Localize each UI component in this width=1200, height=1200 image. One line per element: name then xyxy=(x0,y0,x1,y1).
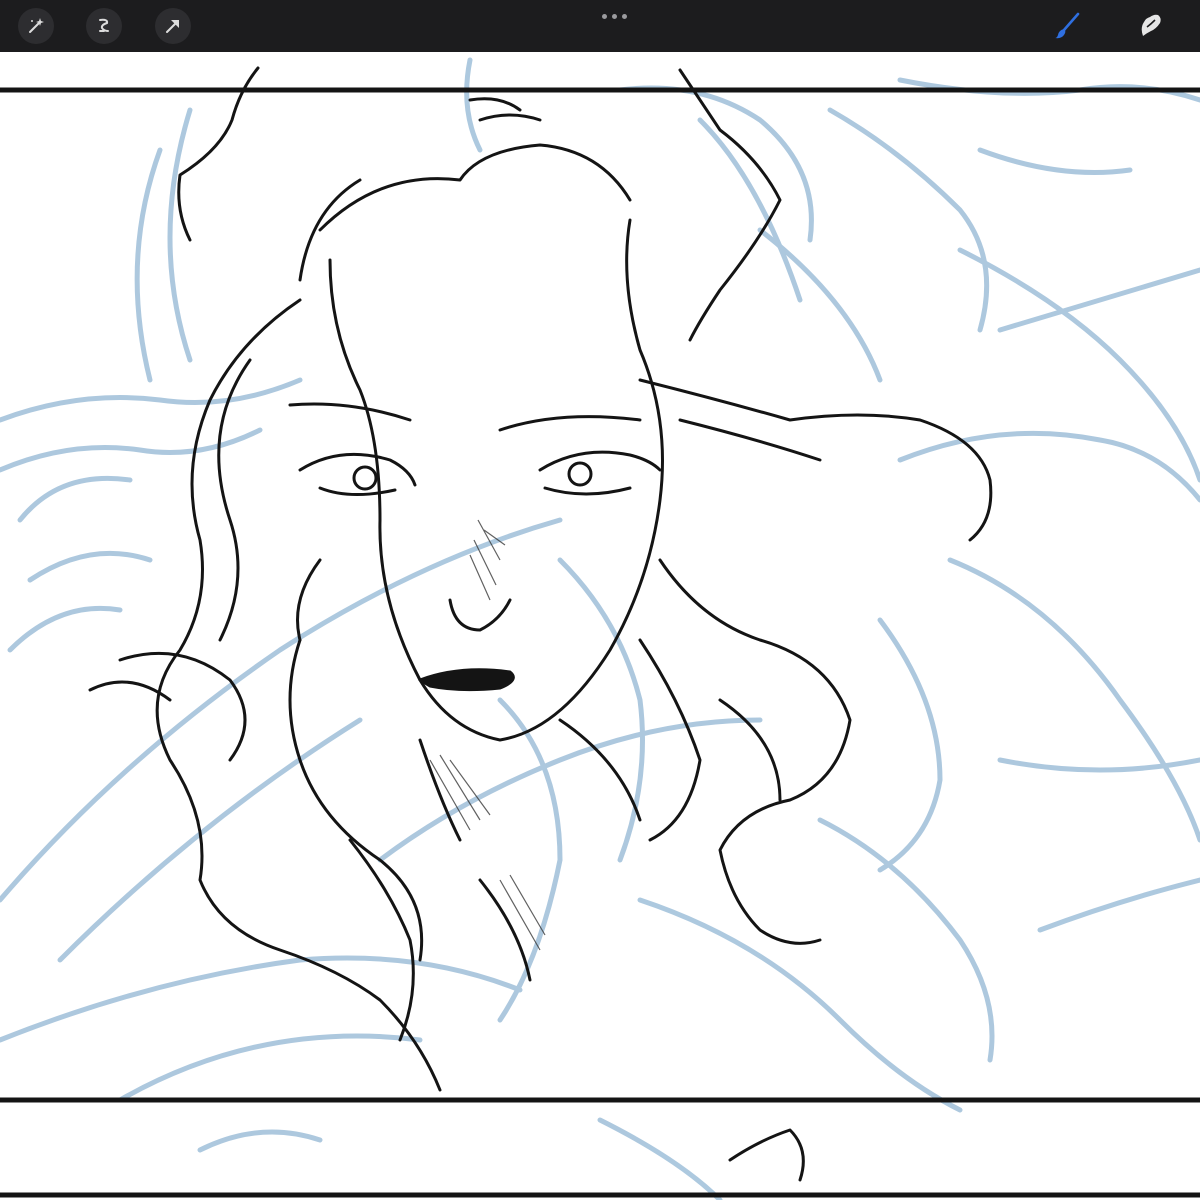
ink-lineart-layer xyxy=(88,66,993,1182)
more-dot xyxy=(611,13,617,19)
brush-tool-button[interactable] xyxy=(1047,6,1087,46)
adjustments-button[interactable] xyxy=(18,8,54,44)
blue-sketch-layer xyxy=(0,57,1200,1200)
top-toolbar xyxy=(0,0,1200,52)
sketch-artwork xyxy=(0,57,1200,1200)
panel-border xyxy=(0,87,1200,1198)
drawing-canvas[interactable] xyxy=(0,52,1200,1200)
more-dot xyxy=(621,13,627,19)
more-dots-icon xyxy=(601,13,607,19)
selection-icon xyxy=(99,18,109,32)
procreate-app xyxy=(0,0,1200,1200)
selection-button[interactable] xyxy=(86,8,122,44)
transform-arrow-icon xyxy=(166,20,179,33)
more-options-button[interactable] xyxy=(596,8,632,24)
smudge-tool-button[interactable] xyxy=(1130,6,1170,46)
brush-icon xyxy=(1055,12,1080,39)
smudge-icon xyxy=(1141,14,1161,36)
magic-wand-adjustments-icon xyxy=(29,18,44,33)
transform-button[interactable] xyxy=(155,8,191,44)
